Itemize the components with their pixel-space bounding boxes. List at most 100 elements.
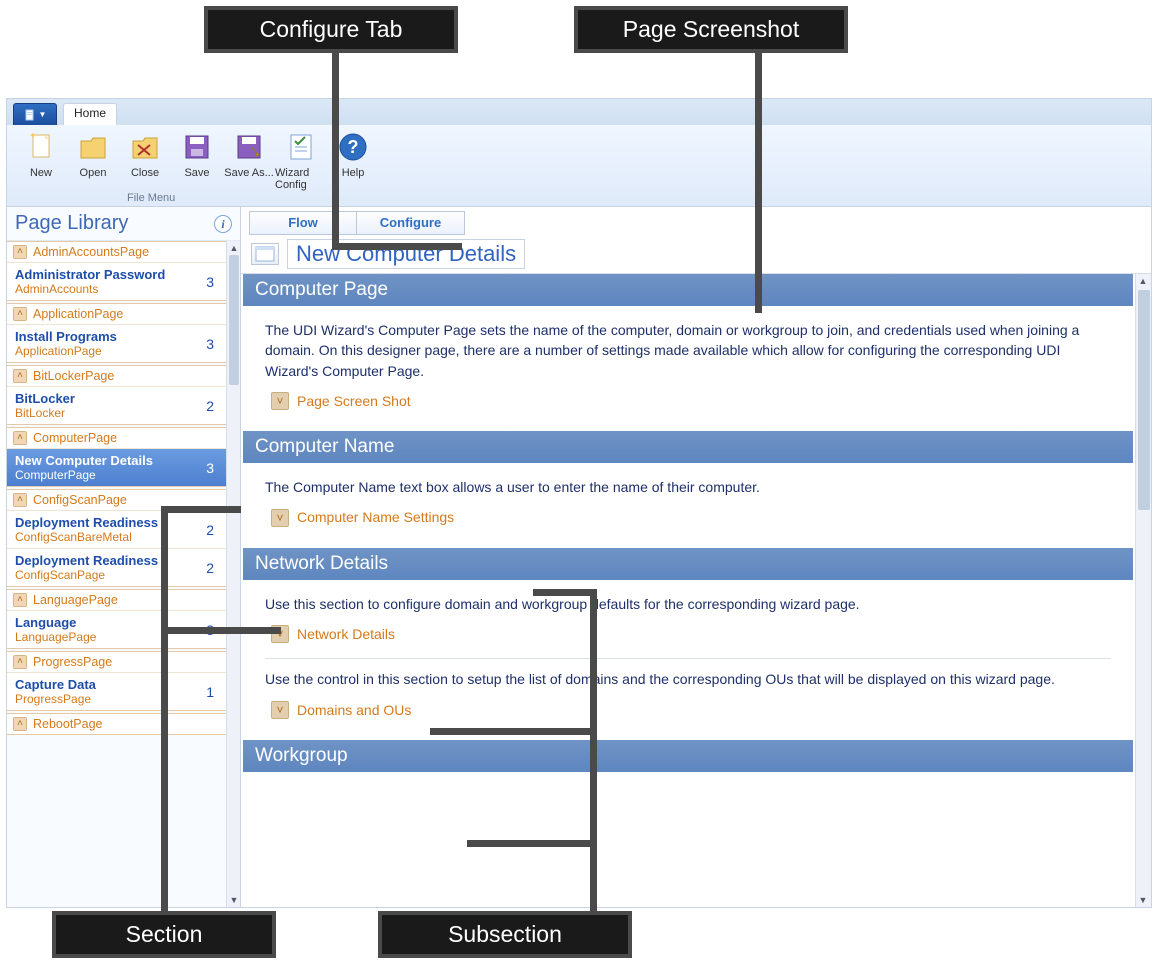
- page-library-panel: Page Library i ˄AdminAccountsPageAdminis…: [7, 207, 241, 907]
- pl-group-header[interactable]: ˄AdminAccountsPage: [7, 242, 226, 262]
- pl-group-name: ComputerPage: [33, 431, 117, 445]
- ribbon-label: Close: [131, 167, 159, 179]
- ribbon-group-label: File Menu: [127, 192, 175, 204]
- content-panel: Flow Configure New Computer Details Comp…: [241, 207, 1151, 907]
- document-icon: [24, 109, 36, 121]
- pl-item-title: BitLocker: [15, 391, 75, 406]
- expand-caret-icon[interactable]: ˅: [271, 701, 289, 719]
- file-menu-button[interactable]: ▼: [13, 103, 57, 125]
- content-tabs: Flow Configure: [241, 207, 1151, 235]
- callout-line: [161, 506, 168, 912]
- pl-group: ˄ProgressPageCapture DataProgressPage1: [7, 651, 226, 711]
- pl-item-title: Deployment Readiness: [15, 553, 158, 568]
- pl-item[interactable]: Install ProgramsApplicationPage3: [7, 324, 226, 362]
- section-header: Computer Name: [243, 431, 1133, 463]
- pl-item[interactable]: New Computer DetailsComputerPage3: [7, 448, 226, 486]
- callout-line: [161, 627, 281, 634]
- pl-item[interactable]: Deployment ReadinessConfigScanBareMetal2: [7, 510, 226, 548]
- callout-line: [332, 243, 462, 250]
- subsection-toggle[interactable]: ˅ Page Screen Shot: [271, 391, 1111, 411]
- scroll-up-icon[interactable]: ▲: [1136, 274, 1150, 288]
- ribbon-tab-home[interactable]: Home: [63, 103, 117, 125]
- pl-item[interactable]: BitLockerBitLocker2: [7, 386, 226, 424]
- tab-flow[interactable]: Flow: [249, 211, 357, 235]
- scroll-up-icon[interactable]: ▲: [227, 241, 240, 255]
- pl-item-title: Capture Data: [15, 677, 96, 692]
- section-body: The Computer Name text box allows a user…: [243, 463, 1133, 548]
- pl-item[interactable]: Administrator PasswordAdminAccounts3: [7, 262, 226, 300]
- ribbon-label: Wizard Config: [275, 167, 327, 191]
- callout-line: [332, 50, 339, 250]
- ribbon-label: Save: [184, 167, 209, 179]
- collapse-caret-icon[interactable]: ˄: [13, 245, 27, 259]
- page-title-bar: New Computer Details: [241, 235, 1151, 274]
- pl-item-count: 2: [206, 560, 218, 576]
- subsection-toggle[interactable]: ˅Network Details: [271, 624, 1111, 644]
- ribbon-new-button[interactable]: New: [15, 129, 67, 179]
- subsection-toggle[interactable]: ˅Computer Name Settings: [271, 507, 1111, 527]
- pl-group-header[interactable]: ˄RebootPage: [7, 714, 226, 734]
- collapse-caret-icon[interactable]: ˄: [13, 717, 27, 731]
- pl-group: ˄ComputerPageNew Computer DetailsCompute…: [7, 427, 226, 487]
- subsection-label: Page Screen Shot: [297, 391, 411, 411]
- callout-page-screenshot: Page Screenshot: [574, 6, 848, 53]
- scrollbar[interactable]: ▲ ▼: [1135, 274, 1151, 907]
- collapse-caret-icon[interactable]: ˄: [13, 493, 27, 507]
- pl-group-header[interactable]: ˄ApplicationPage: [7, 304, 226, 324]
- expand-caret-icon[interactable]: ˅: [271, 509, 289, 527]
- ribbon-label: Open: [80, 167, 107, 179]
- subsection-toggle[interactable]: ˅Domains and OUs: [271, 700, 1111, 720]
- save-icon: [181, 131, 213, 163]
- callout-subsection: Subsection: [378, 911, 632, 958]
- tab-configure[interactable]: Configure: [357, 211, 465, 235]
- pl-group-header[interactable]: ˄ ComputerPage: [7, 428, 226, 448]
- pl-item-title: Administrator Password: [15, 267, 165, 282]
- info-icon[interactable]: i: [214, 215, 232, 233]
- pl-item[interactable]: Deployment ReadinessConfigScanPage 2: [7, 548, 226, 586]
- callout-line: [755, 50, 762, 313]
- callout-configure-tab: Configure Tab: [204, 6, 458, 53]
- scrollbar[interactable]: ▲ ▼: [226, 241, 240, 907]
- save-as-icon: [233, 131, 265, 163]
- page-library-header: Page Library i: [7, 207, 240, 241]
- pl-item-title: Language: [15, 615, 96, 630]
- pl-item-count: 2: [206, 522, 218, 538]
- scroll-thumb[interactable]: [1138, 290, 1150, 510]
- collapse-caret-icon[interactable]: ˄: [13, 307, 27, 321]
- ribbon-save-button[interactable]: Save: [171, 129, 223, 179]
- pl-item[interactable]: Capture DataProgressPage1: [7, 672, 226, 710]
- pl-group-name: ConfigScanPage: [33, 493, 127, 507]
- section-header: Network Details: [243, 548, 1133, 580]
- scroll-thumb[interactable]: [229, 255, 239, 385]
- pl-item-subtitle: ConfigScanPage: [15, 568, 158, 582]
- pl-item-subtitle: ConfigScanBareMetal: [15, 530, 158, 544]
- ribbon-saveas-button[interactable]: Save As...: [223, 129, 275, 179]
- ribbon-close-button[interactable]: Close: [119, 129, 171, 179]
- pl-group-header[interactable]: ˄ BitLockerPage: [7, 366, 226, 386]
- collapse-caret-icon[interactable]: ˄: [13, 655, 27, 669]
- section-description: The Computer Name text box allows a user…: [265, 477, 1111, 497]
- collapse-caret-icon[interactable]: ˄: [13, 431, 27, 445]
- page-thumbnail-icon: [251, 243, 279, 265]
- section-body: The UDI Wizard's Computer Page sets the …: [243, 306, 1133, 431]
- expand-caret-icon[interactable]: ˅: [271, 392, 289, 410]
- pl-group: ˄ConfigScanPageDeployment ReadinessConfi…: [7, 489, 226, 587]
- ribbon-label: Save As...: [224, 167, 274, 179]
- pl-group-header[interactable]: ˄ProgressPage: [7, 652, 226, 672]
- collapse-caret-icon[interactable]: ˄: [13, 369, 27, 383]
- pl-item-subtitle: ComputerPage: [15, 468, 153, 482]
- ribbon-wizard-config-button[interactable]: Wizard Config: [275, 129, 327, 191]
- pl-group-name: BitLockerPage: [33, 369, 114, 383]
- callout-section: Section: [52, 911, 276, 958]
- collapse-caret-icon[interactable]: ˄: [13, 593, 27, 607]
- ribbon-titlebar: ▼ Home: [7, 99, 1151, 125]
- section-body: Use this section to configure domain and…: [243, 580, 1133, 740]
- pl-item-count: 3: [206, 460, 218, 476]
- ribbon-open-button[interactable]: Open: [67, 129, 119, 179]
- callout-line: [533, 589, 593, 596]
- pl-group: ˄ApplicationPageInstall ProgramsApplicat…: [7, 303, 226, 363]
- scroll-down-icon[interactable]: ▼: [227, 893, 240, 907]
- ribbon-label: New: [30, 167, 52, 179]
- pl-group-header[interactable]: ˄LanguagePage: [7, 590, 226, 610]
- scroll-down-icon[interactable]: ▼: [1136, 893, 1150, 907]
